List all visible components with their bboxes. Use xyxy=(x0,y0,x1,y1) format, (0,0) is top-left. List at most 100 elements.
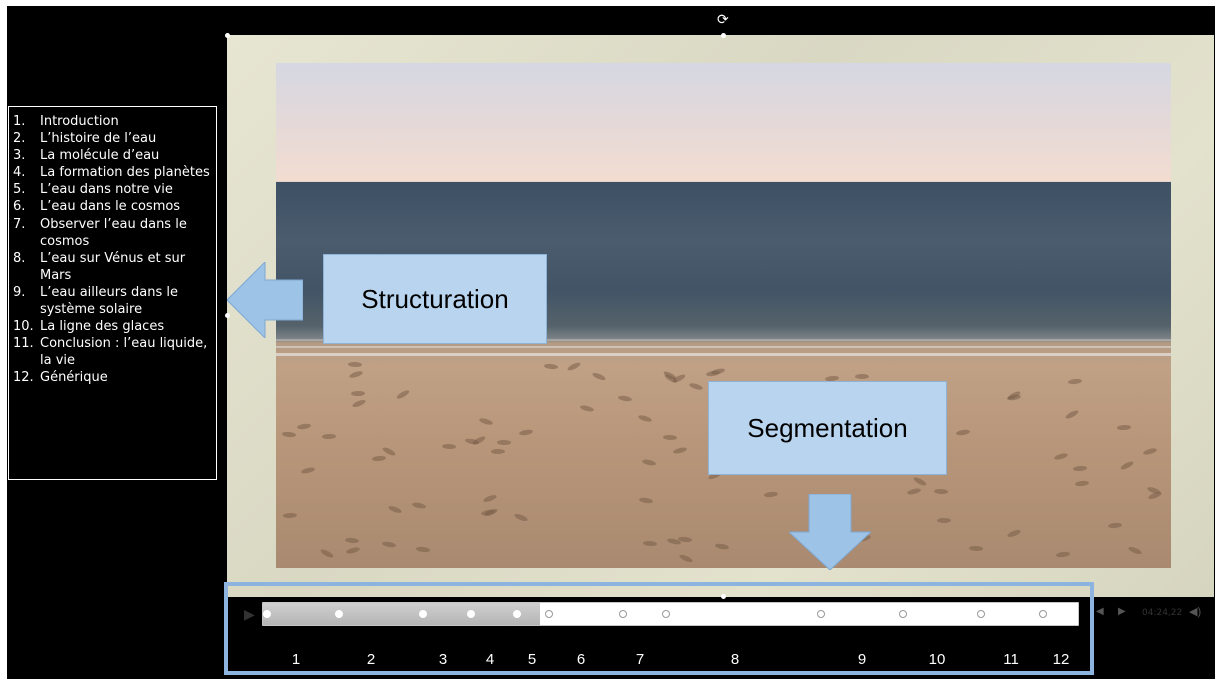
segment-number: 11 xyxy=(1003,651,1019,668)
footprint xyxy=(617,394,633,402)
footprint xyxy=(344,537,360,544)
footprint xyxy=(472,434,487,446)
segment-number: 10 xyxy=(928,651,946,668)
chapter-number: 1. xyxy=(13,114,26,129)
chapter-item: 10. La ligne des glaces xyxy=(13,318,216,335)
footprint xyxy=(688,381,704,391)
footprint xyxy=(955,429,971,437)
footprint xyxy=(906,487,922,496)
chapter-title: La ligne des glaces xyxy=(40,319,165,335)
chapter-item: 3. La molécule d’eau xyxy=(13,147,216,164)
footprint xyxy=(395,388,411,400)
footprint xyxy=(543,363,558,370)
footprint xyxy=(1073,465,1088,472)
chapter-number: 7. xyxy=(13,216,26,232)
chapter-title: Introduction xyxy=(40,114,119,129)
chapter-list: 1. Introduction 2. L’histoire de l’eau 3. La … xyxy=(8,106,217,480)
chapter-title: Générique xyxy=(40,370,108,386)
footprint xyxy=(1053,452,1069,462)
footprint xyxy=(350,391,365,397)
footprint xyxy=(968,545,983,551)
time-display: 04:24,22 xyxy=(1142,608,1183,618)
footprint xyxy=(1064,409,1080,421)
segment-number: 7 xyxy=(635,651,645,668)
next-icon[interactable]: ▶ xyxy=(1118,606,1126,617)
footprint xyxy=(1108,521,1123,529)
chapter-number: 11. xyxy=(13,336,34,352)
footprint xyxy=(1074,480,1089,487)
chapter-title: L’eau dans notre vie xyxy=(40,182,173,198)
footprint xyxy=(371,455,387,462)
chapter-title: L’eau ailleurs dans le système solaire xyxy=(40,284,178,318)
segment-number: 12 xyxy=(1052,651,1070,668)
chapter-title: L’histoire de l’eau xyxy=(40,131,157,147)
chapter-title: L’eau dans le cosmos xyxy=(40,199,181,215)
footprint xyxy=(490,448,505,454)
footprint xyxy=(936,518,951,524)
footprint xyxy=(1120,460,1135,472)
rotate-handle-icon[interactable]: ⟳ xyxy=(717,12,729,26)
footprint xyxy=(1067,378,1083,386)
segment-number: 6 xyxy=(576,651,586,668)
segmentation-label: Segmentation xyxy=(708,381,947,475)
footprint xyxy=(579,403,595,413)
volume-icon[interactable]: ◀) xyxy=(1189,605,1201,618)
footprint xyxy=(1116,424,1131,431)
footprint xyxy=(637,414,652,424)
footprint xyxy=(411,501,427,510)
chapter-number: 12. xyxy=(13,370,34,386)
segment-number: 9 xyxy=(857,651,867,668)
chapter-title: La molécule d’eau xyxy=(40,148,160,164)
resize-handle-top-center[interactable] xyxy=(721,33,726,38)
chapter-item: 2. L’histoire de l’eau xyxy=(13,130,216,147)
left-arrow-shape xyxy=(227,262,303,338)
footprint xyxy=(518,429,534,437)
chapter-item: 11. Conclusion : l’eau liquide, la vie xyxy=(13,335,216,369)
segment-number: 3 xyxy=(438,651,448,668)
segment-number: 1 xyxy=(291,651,301,668)
footprint xyxy=(387,504,403,515)
resize-handle-top-left[interactable] xyxy=(225,33,230,38)
footprint xyxy=(348,369,364,380)
segment-number: 2 xyxy=(366,651,376,668)
chapter-number: 3. xyxy=(13,148,26,164)
footprint xyxy=(283,512,298,519)
footprint xyxy=(482,493,498,504)
footprint xyxy=(347,362,363,368)
footprint xyxy=(662,435,677,441)
footprint xyxy=(301,466,316,475)
chapter-number: 9. xyxy=(13,284,26,300)
footprint xyxy=(1056,551,1071,559)
footprint xyxy=(442,443,457,450)
footprint xyxy=(496,440,511,446)
chapter-number: 4. xyxy=(13,165,26,181)
chapter-number: 5. xyxy=(13,182,26,198)
wave-foam xyxy=(276,346,1171,348)
chapter-number: 8. xyxy=(13,250,26,266)
down-arrow-shape xyxy=(789,494,871,570)
footprint xyxy=(764,490,779,498)
footprint xyxy=(345,546,361,555)
footprint xyxy=(1142,447,1158,457)
chapter-title: Observer l’eau dans le cosmos xyxy=(40,216,187,249)
footprint xyxy=(296,423,312,431)
footprint xyxy=(854,373,869,379)
chapter-item: 5. L’eau dans notre vie xyxy=(13,181,216,198)
footprint xyxy=(321,433,336,439)
footprint xyxy=(638,496,654,504)
chapter-number: 2. xyxy=(13,131,26,147)
chapter-item: 12. Générique xyxy=(13,369,216,386)
footprint xyxy=(415,545,431,553)
segment-number: 8 xyxy=(730,651,740,668)
footprint xyxy=(672,446,688,455)
chapter-item: 8. L’eau sur Vénus et sur Mars xyxy=(13,250,216,284)
footprint xyxy=(705,370,721,378)
footprint xyxy=(1127,545,1143,556)
chapter-number: 10. xyxy=(13,319,34,335)
previous-icon[interactable]: ◀ xyxy=(1096,606,1104,617)
segmentation-highlight-box xyxy=(224,582,1094,675)
footprint xyxy=(480,508,496,517)
segment-number: 5 xyxy=(527,651,537,668)
chapter-number: 6. xyxy=(13,199,26,215)
footprint xyxy=(281,431,297,438)
